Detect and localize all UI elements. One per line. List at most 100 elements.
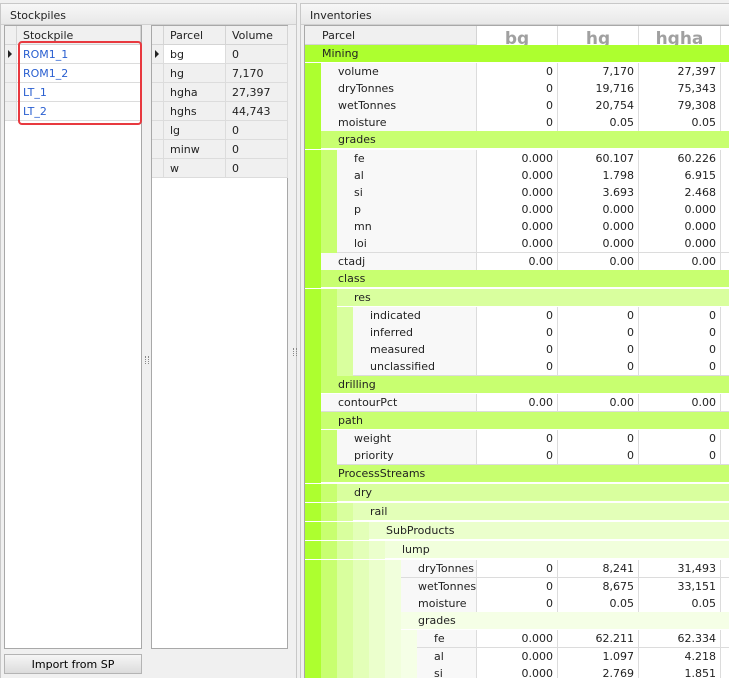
value-cell[interactable]: 0.000 [558,201,639,219]
group-label[interactable]: path [321,412,729,430]
value-cell[interactable]: 0 [639,324,721,342]
value-cell[interactable]: 0 [558,430,639,448]
value-cell[interactable]: 0 [639,341,721,359]
value-cell[interactable]: 0.05 [558,114,639,132]
value-cell[interactable]: 0.05 [639,595,721,613]
value-cell[interactable]: 0 [477,307,558,325]
data-row[interactable]: ctadj 0.00 0.00 0.00 [305,253,729,271]
data-row[interactable]: fe 0.000 60.107 60.226 [305,150,729,168]
group-label[interactable]: ProcessStreams [321,465,729,483]
value-cell[interactable]: 20,754 [558,97,639,115]
value-cell[interactable]: 27,397 [639,63,721,81]
parcel-volume-cell[interactable]: 44,743 [226,102,288,121]
data-row[interactable]: moisture 0 0.05 0.05 [305,595,729,613]
value-cell[interactable]: 0.000 [477,201,558,219]
value-cell[interactable]: 0 [639,430,721,448]
group-label[interactable]: grades [321,131,729,149]
value-cell[interactable]: 75,343 [639,80,721,98]
value-cell[interactable]: 0.000 [477,150,558,168]
inventories-tree-grid[interactable]: Parcel bg hg hgha Mining volume 0 7,170 27,397… [304,25,729,678]
value-cell[interactable]: 0.000 [558,218,639,236]
value-cell[interactable]: 0.000 [639,235,721,253]
value-cell[interactable]: 0 [639,307,721,325]
group-row[interactable]: path [305,412,729,430]
data-row[interactable]: al 0.000 1.798 6.915 [305,167,729,185]
volume-column-header[interactable]: Volume [226,26,288,45]
value-cell[interactable]: 7,170 [558,63,639,81]
parcel-name-cell[interactable]: w [164,159,226,178]
value-cell[interactable]: 0.000 [477,648,558,666]
value-cell[interactable]: 0 [477,341,558,359]
data-row[interactable]: dryTonnes 0 19,716 75,343 [305,80,729,98]
parcel-name-cell[interactable]: hg [164,64,226,83]
group-label[interactable]: dry [337,484,729,502]
data-row[interactable]: mn 0.000 0.000 0.000 [305,218,729,236]
value-cell[interactable]: 0 [558,447,639,465]
data-row[interactable]: volume 0 7,170 27,397 [305,63,729,81]
parcel-volume-cell[interactable]: 0 [226,140,288,159]
import-from-sp-button[interactable]: Import from SP [4,654,142,674]
data-row[interactable]: loi 0.000 0.000 0.000 [305,235,729,253]
group-row[interactable]: ProcessStreams [305,465,729,483]
data-row[interactable]: dryTonnes 0 8,241 31,493 [305,560,729,578]
group-row[interactable]: grades [305,131,729,149]
splitter-handle[interactable] [145,356,149,364]
parcel-grid[interactable]: Parcel Volume bg 0 hg 7,170 hgha 27,397 hghs 44… [151,25,288,649]
data-row[interactable]: priority 0 0 0 [305,447,729,465]
value-cell[interactable]: 6.915 [639,167,721,185]
value-cell[interactable]: 0 [477,447,558,465]
group-label[interactable]: drilling [321,376,729,394]
data-row[interactable]: si 0.000 3.693 2.468 [305,184,729,202]
value-cell[interactable]: 0 [477,324,558,342]
value-cell[interactable]: 0 [477,97,558,115]
value-cell[interactable]: 60.107 [558,150,639,168]
group-label[interactable]: Mining [305,45,729,63]
value-cell[interactable]: 0 [477,578,558,596]
group-row[interactable]: Mining [305,45,729,63]
value-cell[interactable]: 0 [477,430,558,448]
value-cell[interactable]: 0.000 [558,235,639,253]
data-row[interactable]: unclassified 0 0 0 [305,358,729,376]
value-cell[interactable]: 33,151 [639,578,721,596]
value-cell[interactable]: 0.000 [477,235,558,253]
value-cell[interactable]: 0 [639,447,721,465]
value-cell[interactable]: 0.05 [558,595,639,613]
value-cell[interactable]: 0.000 [477,167,558,185]
value-cell[interactable]: 0 [558,307,639,325]
data-row[interactable]: contourPct 0.00 0.00 0.00 [305,394,729,412]
value-cell[interactable]: 0.000 [477,184,558,202]
parcel-volume-cell[interactable]: 0 [226,45,288,64]
parcel-name-cell[interactable]: lg [164,121,226,140]
value-cell[interactable]: 0 [477,63,558,81]
parcel-volume-cell[interactable]: 27,397 [226,83,288,102]
value-cell[interactable]: 0 [558,358,639,376]
group-row[interactable]: drilling [305,376,729,394]
parcel-name-cell[interactable]: hghs [164,102,226,121]
group-label[interactable]: grades [401,612,729,630]
parcel-name-cell[interactable]: bg [164,45,226,64]
group-row[interactable]: res [305,289,729,307]
value-cell[interactable]: 0 [477,595,558,613]
parcel-volume-cell[interactable]: 7,170 [226,64,288,83]
data-row[interactable]: moisture 0 0.05 0.05 [305,114,729,132]
group-label[interactable]: res [337,289,729,307]
value-cell[interactable]: 19,716 [558,80,639,98]
value-cell[interactable]: 0 [558,341,639,359]
value-cell[interactable]: 0 [558,324,639,342]
value-cell[interactable]: 0.000 [477,665,558,678]
value-cell[interactable]: 2.769 [558,665,639,678]
value-cell[interactable]: 62.211 [558,630,639,648]
value-cell[interactable]: 0 [477,358,558,376]
value-cell[interactable]: 31,493 [639,560,721,578]
group-row[interactable]: rail [305,503,729,521]
group-row[interactable]: class [305,270,729,288]
value-cell[interactable]: 0.000 [639,218,721,236]
group-row[interactable]: lump [305,541,729,559]
splitter-handle[interactable] [293,348,297,356]
value-cell[interactable]: 0 [477,80,558,98]
value-cell[interactable]: 2.468 [639,184,721,202]
parcel-name-cell[interactable]: minw [164,140,226,159]
data-row[interactable]: wetTonnes 0 8,675 33,151 [305,578,729,596]
group-label[interactable]: class [321,270,729,288]
value-cell[interactable]: 1.851 [639,665,721,678]
